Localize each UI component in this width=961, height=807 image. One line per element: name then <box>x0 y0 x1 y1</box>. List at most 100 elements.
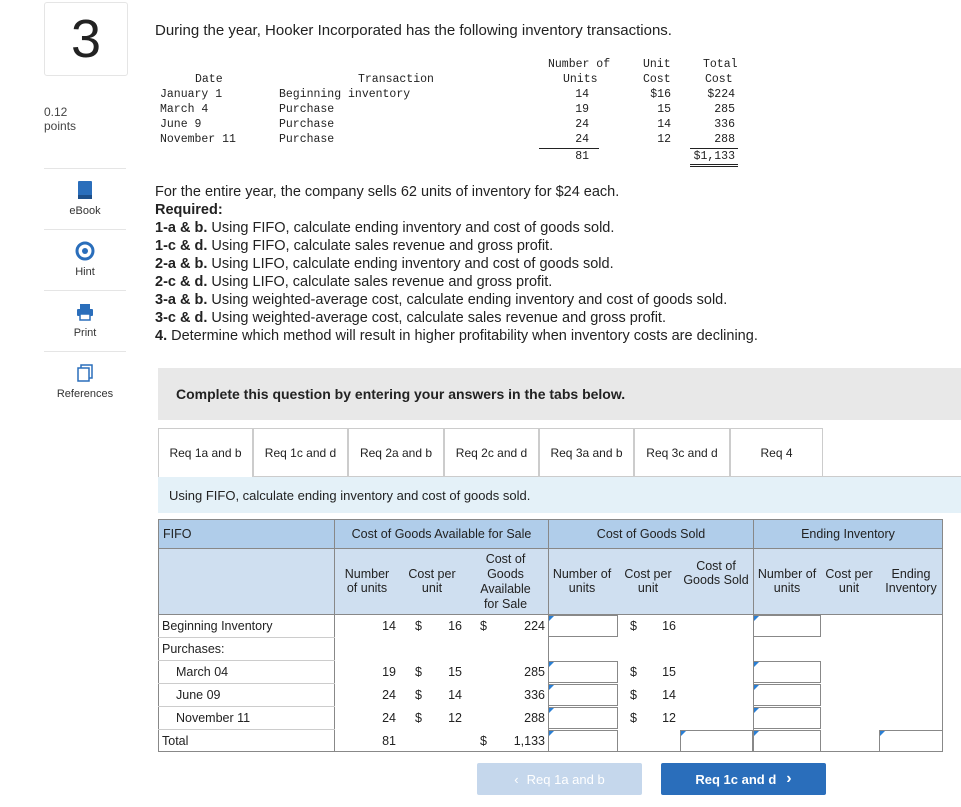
november-cost: 12 <box>448 711 462 725</box>
beginning-units: 14 <box>382 619 396 633</box>
june-dollar: $ <box>415 688 422 702</box>
fifo-worksheet: FIFO Cost of Goods Available for Sale Co… <box>158 519 943 752</box>
tab-req-3a-b[interactable]: Req 3a and b <box>539 428 634 476</box>
end-units-beginning-input[interactable] <box>753 615 821 637</box>
requirement-text: Using weighted-average cost, calculate s… <box>207 310 666 326</box>
requirement-tag: 1-a & b. <box>155 220 208 236</box>
march-total: 285 <box>524 665 545 679</box>
end-units-total-input[interactable] <box>753 730 821 752</box>
requirement-item: 3-c & d. Using weighted-average cost, ca… <box>155 309 758 327</box>
units-rule <box>539 148 599 149</box>
tab-req-1c-d[interactable]: Req 1c and d <box>253 428 348 476</box>
end-units-november-input[interactable] <box>753 707 821 729</box>
tab-req-4[interactable]: Req 4 <box>730 428 823 476</box>
row-total: 285 <box>714 103 735 116</box>
total-header-top: Total <box>703 58 738 71</box>
total-cost: $1,133 <box>693 150 735 163</box>
sold-units-total-input[interactable] <box>548 730 618 752</box>
row-units: 19 <box>575 103 589 116</box>
sold-units-november-input[interactable] <box>548 707 618 729</box>
purchases-label: Purchases: <box>162 642 225 656</box>
row-units: 24 <box>575 118 589 131</box>
requirement-item: 1-a & b. Using FIFO, calculate ending in… <box>155 219 758 237</box>
row-date: March 4 <box>160 103 209 116</box>
row-separator <box>158 706 335 707</box>
requirement-tag: 2-a & b. <box>155 256 208 272</box>
march-cost: 15 <box>448 665 462 679</box>
tab-req-3c-d[interactable]: Req 3c and d <box>634 428 730 476</box>
chevron-left-icon: ‹ <box>514 771 519 787</box>
avail-units-header: Number of units <box>344 567 390 595</box>
end-units-march-input[interactable] <box>753 661 821 683</box>
end-units-header: Number of units <box>757 567 817 595</box>
requirement-text: Determine which method will result in hi… <box>167 328 758 344</box>
tab-req-2a-b[interactable]: Req 2a and b <box>348 428 444 476</box>
references-button[interactable]: References <box>44 351 126 410</box>
total-rule <box>690 148 738 149</box>
cost-header-top: Unit <box>643 58 671 71</box>
total-units: 81 <box>382 734 396 748</box>
november-units: 24 <box>382 711 396 725</box>
complete-prompt: Complete this question by entering your … <box>158 368 961 420</box>
prev-req-label: Req 1a and b <box>526 771 605 787</box>
end-units-june-input[interactable] <box>753 684 821 706</box>
ebook-button[interactable]: eBook <box>44 168 126 227</box>
row-total: 336 <box>714 118 735 131</box>
sold-units-march-input[interactable] <box>548 661 618 683</box>
row-transaction: Beginning inventory <box>279 88 411 101</box>
sold-group-header: Cost of Goods Sold <box>548 519 754 549</box>
requirement-text: Using FIFO, calculate ending inventory a… <box>207 220 615 236</box>
row-separator <box>158 683 335 684</box>
row-separator <box>158 729 335 730</box>
cogs-total-input[interactable] <box>680 730 753 752</box>
row-date: January 1 <box>160 88 223 101</box>
sold-dollar-beginning: $ <box>630 619 637 633</box>
next-req-button[interactable]: Req 1c and d › <box>661 763 826 795</box>
requirement-item: 2-c & d. Using LIFO, calculate sales rev… <box>155 273 758 291</box>
row-unit-cost: $16 <box>650 88 671 101</box>
requirement-item: 3-a & b. Using weighted-average cost, ca… <box>155 291 758 309</box>
row-transaction: Purchase <box>279 133 335 146</box>
ending-inventory-total-input[interactable] <box>879 730 943 752</box>
avail-total-header: Cost of Goods Available for Sale <box>480 552 531 611</box>
print-button[interactable]: Print <box>44 290 126 349</box>
prev-req-button[interactable]: ‹ Req 1a and b <box>477 763 642 795</box>
intro-text: During the year, Hooker Incorporated has… <box>155 22 672 39</box>
sold-cost-beginning: 16 <box>662 619 676 633</box>
units-header-bottom: Units <box>563 73 598 86</box>
sold-units-june-input[interactable] <box>548 684 618 706</box>
cost-header-bottom: Cost <box>643 73 671 86</box>
june-label: June 09 <box>176 688 221 702</box>
row-separator <box>158 637 335 638</box>
sold-units-header: Number of units <box>552 567 612 595</box>
requirement-item: 2-a & b. Using LIFO, calculate ending in… <box>155 255 758 273</box>
beginning-cost: 16 <box>448 619 462 633</box>
requirement-tag: 1-c & d. <box>155 238 208 254</box>
tab-req-2c-d[interactable]: Req 2c and d <box>444 428 539 476</box>
sold-cost-march: 15 <box>662 665 676 679</box>
references-icon <box>77 363 93 382</box>
points-label: points <box>44 119 77 133</box>
hint-icon <box>75 241 95 260</box>
beginning-dollar2: $ <box>480 619 487 633</box>
row-unit-cost: 12 <box>657 133 671 146</box>
sold-cost-june: 14 <box>662 688 676 702</box>
requirement-text: Using FIFO, calculate sales revenue and … <box>207 238 554 254</box>
requirement-text: Using LIFO, calculate sales revenue and … <box>207 274 553 290</box>
left-rail: 3 0.12 points eBook Hint Print Reference… <box>0 0 130 807</box>
chevron-right-icon: › <box>786 770 792 787</box>
sold-dollar-june: $ <box>630 688 637 702</box>
question-number: 3 <box>44 2 128 76</box>
tab-instruction: Using FIFO, calculate ending inventory a… <box>158 477 961 513</box>
row-date: November 11 <box>160 133 236 146</box>
beginning-total: 224 <box>524 619 545 633</box>
sold-units-beginning-input[interactable] <box>548 615 618 637</box>
tab-req-1a-b[interactable]: Req 1a and b <box>158 428 253 477</box>
march-units: 19 <box>382 665 396 679</box>
beginning-dollar: $ <box>415 619 422 633</box>
row-date: June 9 <box>160 118 202 131</box>
march-label: March 04 <box>176 665 229 679</box>
november-label: November 11 <box>176 711 251 725</box>
requirement-text: Using weighted-average cost, calculate e… <box>207 292 728 308</box>
hint-button[interactable]: Hint <box>44 229 126 288</box>
